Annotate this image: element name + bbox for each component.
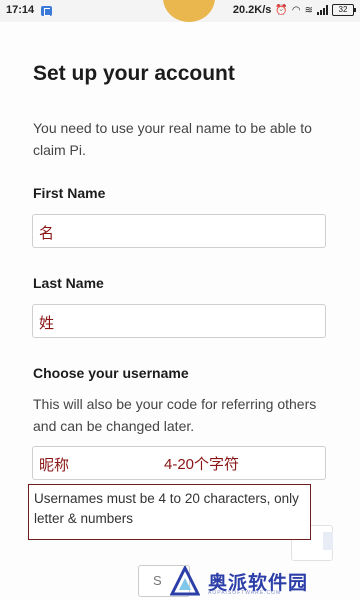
page-description: You need to use your real name to be abl… bbox=[33, 120, 312, 158]
username-label: Choose your username bbox=[33, 365, 189, 381]
status-icons: 20.2K/s ⏰ ◠ ≋ 32 bbox=[232, 4, 356, 16]
username-description: This will also be your code for referrin… bbox=[33, 396, 317, 434]
watermark: 奥派软件园 AOPAISOFTWARE.COM bbox=[170, 566, 352, 596]
first-name-label: First Name bbox=[33, 185, 106, 201]
network-speed: 20.2K/s bbox=[232, 4, 272, 16]
first-name-value: 名 bbox=[39, 225, 55, 242]
username-rules-tooltip: Usernames must be 4 to 20 characters, on… bbox=[28, 484, 311, 540]
username-value: 昵称 bbox=[39, 457, 70, 474]
username-length-hint: 4-20个字符 bbox=[164, 456, 240, 473]
username-field[interactable]: 昵称 4-20个字符 bbox=[32, 446, 326, 480]
wifi-icon: ≋ bbox=[304, 4, 313, 16]
signal-icon bbox=[317, 5, 328, 15]
first-name-field[interactable]: 名 bbox=[32, 214, 326, 248]
notification-icon bbox=[41, 6, 52, 16]
last-name-field[interactable]: 姓 bbox=[32, 304, 326, 338]
page-title: Set up your account bbox=[33, 62, 235, 85]
status-time: 17:14 bbox=[6, 4, 35, 16]
watermark-logo-icon bbox=[170, 566, 200, 596]
last-name-label: Last Name bbox=[33, 275, 104, 291]
watermark-subtext: AOPAISOFTWARE.COM bbox=[208, 590, 282, 596]
headset-icon: ◠ bbox=[291, 4, 301, 16]
alarm-icon: ⏰ bbox=[275, 4, 288, 16]
last-name-value: 姓 bbox=[39, 315, 55, 332]
battery-icon: 32 bbox=[332, 4, 356, 16]
